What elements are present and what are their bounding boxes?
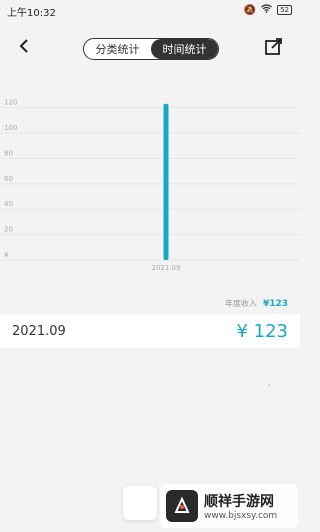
mute-icon: 🔕 xyxy=(243,4,257,16)
yearly-income: 年度收入 ¥123 xyxy=(225,298,288,309)
y-tick-label: 120 xyxy=(4,99,17,107)
floating-button[interactable] xyxy=(123,486,157,520)
y-tick-label: 80 xyxy=(4,149,13,157)
bar-chart: ¥20 40 60 80 100 120 2021.09 xyxy=(0,99,300,272)
dot xyxy=(268,384,270,386)
wifi-icon xyxy=(261,4,272,16)
tab-category-stats[interactable]: 分类统计 xyxy=(84,39,151,59)
x-tick-label: 2021.09 xyxy=(152,264,181,272)
segmented-control: 分类统计 时间统计 xyxy=(83,38,219,60)
y-tick-label: 40 xyxy=(4,200,13,208)
yearly-income-value: ¥123 xyxy=(262,299,288,309)
yearly-income-label: 年度收入 xyxy=(224,299,257,308)
watermark-logo-icon xyxy=(166,490,198,522)
watermark-title: 顺祥手游网 xyxy=(204,494,274,510)
site-watermark: 顺祥手游网 www.bjsxsy.com xyxy=(160,484,298,528)
y-tick-label: ¥ xyxy=(4,251,9,259)
status-bar: 上午10:32 🔕 52 xyxy=(0,0,300,24)
battery-icon: 52 xyxy=(277,5,292,15)
month-row[interactable]: 2021.09 ¥ 123 xyxy=(0,314,300,348)
tab-time-stats[interactable]: 时间统计 xyxy=(151,39,218,59)
share-icon[interactable] xyxy=(264,36,284,56)
watermark-url: www.bjsxsy.com xyxy=(204,511,278,521)
y-tick-label: 60 xyxy=(4,175,13,183)
y-tick-label: 20 xyxy=(4,226,13,234)
bar[interactable] xyxy=(163,103,169,260)
header: 分类统计 时间统计 xyxy=(0,30,300,66)
month-amount: ¥ 123 xyxy=(236,320,288,342)
status-time: 上午10:32 xyxy=(7,8,56,19)
back-icon[interactable] xyxy=(14,36,34,56)
status-icons: 🔕 52 xyxy=(244,4,292,16)
y-tick-label: 100 xyxy=(4,124,17,132)
month-label: 2021.09 xyxy=(12,323,66,339)
